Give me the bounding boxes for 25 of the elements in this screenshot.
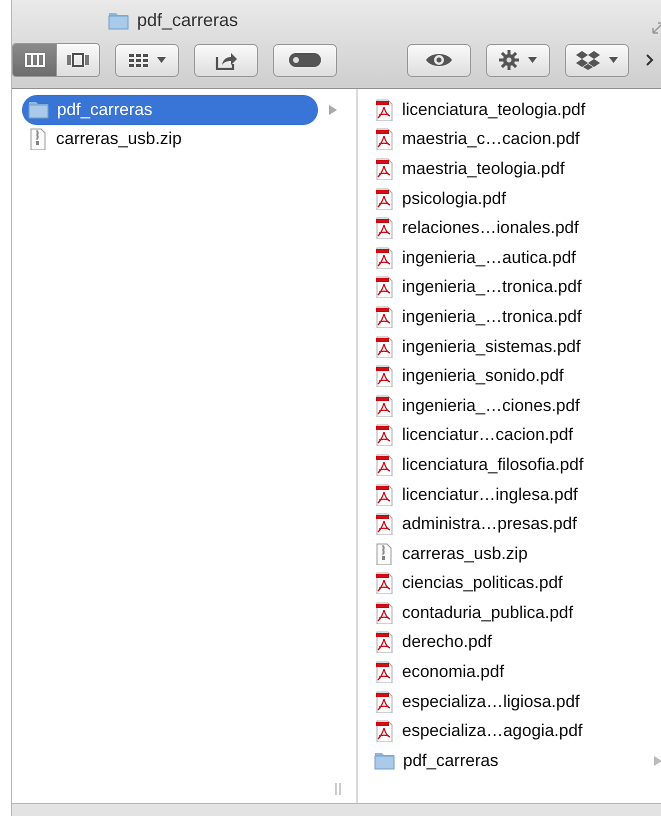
- file-row[interactable]: licenciatur…cacion.pdf: [368, 420, 661, 450]
- file-row[interactable]: licenciatura_teologia.pdf: [368, 95, 661, 125]
- file-row[interactable]: licenciatura_filosofia.pdf: [368, 450, 661, 480]
- file-row[interactable]: psicologia.pdf: [368, 184, 661, 214]
- file-row[interactable]: contaduria_publica.pdf: [368, 598, 661, 628]
- file-row[interactable]: maestria_teologia.pdf: [368, 154, 661, 184]
- file-row[interactable]: ingenieria_…tronica.pdf: [368, 272, 661, 302]
- file-row[interactable]: ingenieria_…autica.pdf: [368, 242, 661, 273]
- file-row[interactable]: ingenieria_…ciones.pdf: [368, 390, 661, 421]
- file-row[interactable]: carreras_usb.zip: [22, 124, 352, 154]
- file-row[interactable]: ingenieria_…tronica.pdf: [368, 302, 661, 332]
- file-row[interactable]: relaciones…ionales.pdf: [368, 213, 661, 243]
- file-row[interactable]: pdf_carreras: [368, 746, 661, 776]
- file-row[interactable]: licenciatur…inglesa.pdf: [368, 480, 661, 510]
- file-row[interactable]: derecho.pdf: [368, 628, 661, 658]
- file-row[interactable]: ingenieria_sonido.pdf: [368, 361, 661, 391]
- file-row[interactable]: especializa…ligiosa.pdf: [368, 686, 661, 716]
- file-row[interactable]: ingenieria_sistemas.pdf: [368, 332, 661, 362]
- file-row[interactable]: carreras_usb.zip: [368, 538, 661, 568]
- file-row[interactable]: economia.pdf: [368, 657, 661, 687]
- window-title: pdf_carreras: [137, 10, 238, 30]
- file-row[interactable]: maestria_c…cacion.pdf: [368, 124, 661, 154]
- file-row[interactable]: administra…presas.pdf: [368, 509, 661, 539]
- file-row[interactable]: ciencias_politicas.pdf: [368, 568, 661, 598]
- file-row[interactable]: especializa…agogia.pdf: [368, 716, 661, 746]
